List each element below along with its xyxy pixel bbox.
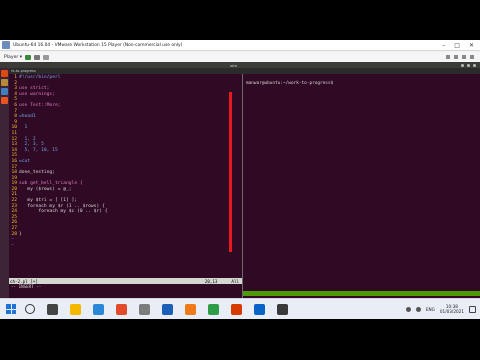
clock[interactable]: 10:38 01/03/2021 (440, 304, 464, 314)
ubuntu-tray (461, 63, 476, 67)
editor-lines: 1 #!/usr/bin/perl 2 3 use strict; 4 use warnin… (9, 75, 242, 248)
power-icon[interactable] (25, 54, 32, 60)
device-icon[interactable] (462, 55, 466, 59)
notification-icon[interactable] (469, 305, 476, 313)
wifi-icon[interactable] (415, 306, 421, 312)
vim-mode-line: -- INSERT -- (9, 284, 242, 289)
windows-taskbar: ENG 10:38 01/03/2021 (0, 298, 480, 319)
status-filename: ch-2.pl [+] (10, 278, 38, 284)
terminal-pane[interactable]: manwar@ubuntu:~/work-to-progress$ (243, 74, 480, 306)
code-text: } (19, 231, 22, 237)
device-icons (446, 55, 474, 59)
settings-icon[interactable] (139, 303, 150, 315)
terminal-status-bar (243, 291, 480, 296)
device-icon[interactable] (470, 55, 474, 59)
minimize-icon[interactable]: – (442, 42, 445, 49)
tray-icon[interactable] (405, 306, 411, 312)
ubuntu-launcher (0, 68, 9, 306)
maximize-icon[interactable]: □ (454, 42, 460, 49)
clock-date: 01/03/2021 (439, 309, 464, 314)
vmware-toolbar: Player ▾ (0, 52, 480, 62)
red-annotation-line (229, 92, 232, 252)
device-icon[interactable] (454, 55, 458, 59)
browser-icon[interactable] (1, 88, 8, 95)
code-text: done_testing; (19, 170, 55, 176)
volume-icon[interactable] (467, 63, 470, 67)
language-indicator[interactable]: ENG (426, 307, 435, 312)
send-ctrl-alt-del-icon[interactable] (34, 54, 41, 60)
vmware-title-bar: Ubuntu-64 16.04 - VMware Workstation 15 … (0, 40, 480, 51)
window-controls: – □ ✕ (442, 42, 474, 49)
vmware-logo-icon (2, 41, 10, 49)
code-text: =cut (19, 158, 31, 164)
ubuntu-home-icon[interactable] (1, 70, 8, 77)
empty-line-marker: ~ (11, 242, 14, 248)
terminal-tab[interactable]: rk-to-progress (11, 69, 36, 73)
terminal-icon[interactable] (1, 97, 8, 104)
code-text: use Test::More; (19, 102, 61, 108)
window-title: Ubuntu-64 16.04 - VMware Workstation 15 … (13, 42, 183, 48)
app-icon[interactable] (277, 303, 288, 315)
vlc-icon[interactable] (185, 303, 196, 315)
chrome-icon[interactable] (116, 303, 127, 315)
vim-editor[interactable]: 1 #!/usr/bin/perl 2 3 use strict; 4 use warnin… (9, 74, 242, 306)
status-cursor-position: 20,13 (204, 278, 218, 284)
code-text: 1 (19, 125, 28, 131)
vmware-icon[interactable] (254, 303, 265, 315)
search-icon[interactable] (25, 304, 35, 314)
network-icon[interactable] (461, 63, 464, 67)
close-icon[interactable]: ✕ (469, 42, 474, 49)
edge-icon[interactable] (93, 303, 104, 315)
player-menu[interactable]: Player ▾ (4, 55, 22, 60)
code-text: my ($rows) = @_; (19, 186, 72, 192)
unity-icon[interactable] (43, 54, 50, 60)
code-text: 5, 7, 10, 15 (19, 147, 58, 153)
code-text: use warnings; (19, 91, 55, 97)
file-explorer-icon[interactable] (70, 303, 81, 315)
windows-start-icon[interactable] (6, 304, 16, 314)
powerpoint-icon[interactable] (231, 303, 242, 315)
terminal-prompt: manwar@ubuntu:~/work-to-progress$ (246, 81, 334, 86)
app-title: vim (230, 62, 238, 68)
power-menu-icon[interactable] (473, 63, 476, 67)
code-text: #!/usr/bin/perl (19, 75, 61, 80)
word-icon[interactable] (162, 303, 173, 315)
code-text: foreach my $c (0 .. $r) { (19, 209, 108, 215)
code-text: =head1 (19, 114, 36, 120)
system-tray: ENG 10:38 01/03/2021 (405, 304, 476, 314)
files-icon[interactable] (1, 79, 8, 86)
task-view-icon[interactable] (47, 303, 58, 315)
excel-icon[interactable] (208, 303, 219, 315)
device-icon[interactable] (446, 55, 450, 59)
status-percent: All (231, 278, 239, 284)
